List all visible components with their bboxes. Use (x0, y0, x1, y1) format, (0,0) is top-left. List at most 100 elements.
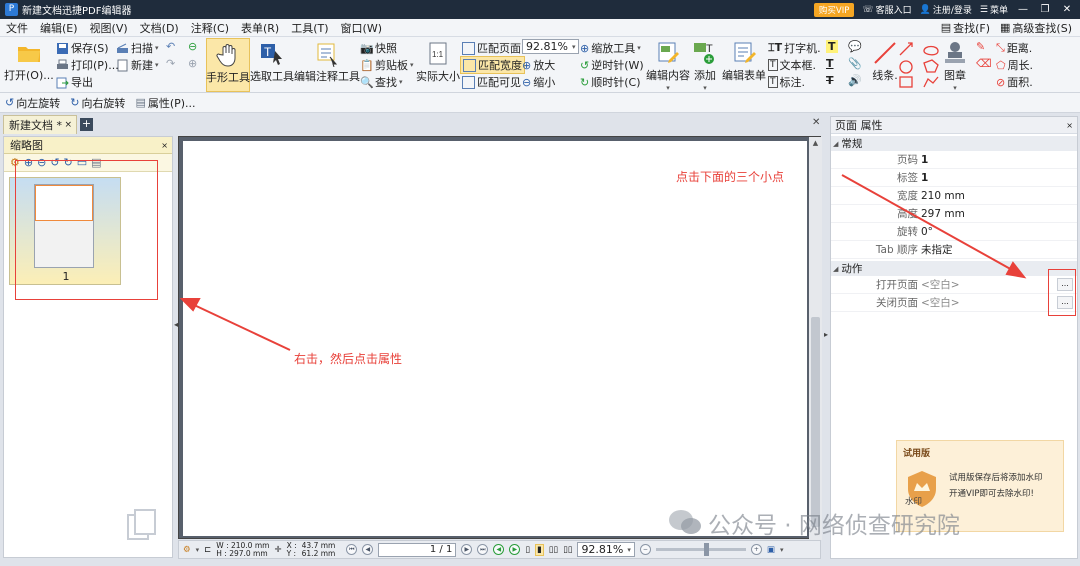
rotate-cw-button[interactable]: ↻ 顺时针(C) (580, 74, 640, 90)
page-properties-button[interactable]: ▤ 属性(P)... (135, 95, 195, 111)
close-window-button[interactable]: ✕ (1060, 4, 1074, 15)
new-button[interactable]: 新建 ▾ (116, 57, 159, 73)
fit-width-button[interactable]: 匹配宽度 (460, 56, 525, 74)
edit-form-button[interactable]: 编辑表单 (722, 40, 766, 83)
find-ribbon-button[interactable]: 🔍 查找 ▾ (360, 74, 403, 90)
export-button[interactable]: 导出 (56, 74, 93, 90)
highlight-pen-icon[interactable]: ✎ (976, 40, 985, 53)
last-page-icon[interactable]: ⏭ (477, 544, 489, 555)
go-back-icon[interactable]: ◀ (493, 544, 505, 555)
close-properties-icon[interactable]: × (1066, 121, 1073, 130)
continuous-facing-icon[interactable]: ▯▯ (563, 545, 572, 555)
status-zoom-in-icon[interactable]: + (750, 544, 762, 555)
save-icon (57, 42, 68, 54)
section-actions[interactable]: ◢ 动作 (831, 261, 1077, 276)
status-zoom-out-icon[interactable]: − (639, 544, 651, 555)
snapshot-button[interactable]: 📷 快照 (360, 40, 397, 56)
textbox-button[interactable]: T 文本框. (768, 57, 816, 73)
menu-form[interactable]: 表单(R) (235, 20, 285, 36)
menu-document[interactable]: 文档(D) (134, 20, 185, 36)
shape-tools-icon[interactable] (898, 41, 942, 89)
zoom-tool-button[interactable]: ⊕ 缩放工具 ▾ (580, 40, 641, 56)
pdf-page[interactable] (183, 141, 807, 536)
attach-file-icon[interactable]: 📎 (848, 57, 862, 70)
close-document-icon[interactable]: ✕ (812, 117, 820, 128)
section-general[interactable]: ◢ 常规 (831, 136, 1077, 151)
minimize-button[interactable]: — (1016, 4, 1030, 15)
sticky-note-icon[interactable]: 💬 (848, 40, 862, 53)
redo-icon[interactable]: ↷ (166, 57, 175, 70)
restore-button[interactable]: ❐ (1038, 4, 1052, 15)
close-tab-icon[interactable]: × (64, 120, 72, 130)
tab-new-document[interactable]: 新建文档 * × (3, 115, 77, 134)
eraser-icon[interactable]: ⌫ (976, 57, 992, 70)
menu-file[interactable]: 文件 (0, 20, 34, 36)
fit-screen-icon[interactable]: ▣ (767, 545, 775, 555)
right-splitter-handle[interactable]: ▸ (824, 330, 828, 339)
menu-edit[interactable]: 编辑(E) (34, 20, 84, 36)
underline-text-icon[interactable]: T (826, 57, 834, 70)
perimeter-button[interactable]: ⬠ 周长. (996, 57, 1033, 73)
strikeout-text-icon[interactable]: T (826, 74, 834, 87)
typewriter-button[interactable]: ⌶T 打字机. (768, 40, 821, 56)
advanced-find-button[interactable]: ▦ 高级查找(S) (1000, 20, 1072, 36)
go-forward-icon[interactable]: ▶ (509, 544, 521, 555)
single-page-icon[interactable]: ▯ (525, 545, 530, 555)
forward-icon[interactable]: ⊕ (188, 57, 197, 70)
first-page-icon[interactable]: ⏮ (346, 544, 358, 555)
distance-button[interactable]: ⤡ 距离. (996, 40, 1032, 56)
facing-page-icon[interactable]: ▯▯ (549, 545, 558, 555)
status-zoom-combobox[interactable]: 92.81% ▾ (577, 542, 635, 557)
annotation-box-thumbnail (15, 160, 158, 300)
undo-icon[interactable]: ↶ (166, 40, 175, 53)
vertical-scrollbar[interactable]: ▲ (809, 137, 822, 540)
buy-vip-button[interactable]: 购买VIP (813, 2, 855, 17)
clipboard-button[interactable]: 📋 剪贴板 ▾ (360, 57, 414, 73)
hand-tool-button[interactable]: 手形工具 (206, 38, 250, 92)
menu-comment[interactable]: 注释(C) (185, 20, 235, 36)
menu-tools[interactable]: 工具(T) (285, 20, 334, 36)
back-icon[interactable]: ⊖ (188, 40, 197, 53)
add-tab-button[interactable]: + (80, 118, 93, 131)
customer-service-button[interactable]: ☏ 客服入口 (862, 3, 911, 17)
edit-annotation-tool-button[interactable]: 编辑注释工具 (294, 41, 360, 84)
actual-size-button[interactable]: 1:1 实际大小 (416, 41, 460, 84)
zoom-in-button[interactable]: ⊕ 放大 (522, 57, 555, 73)
rotate-right-button[interactable]: ↻ 向右旋转 (70, 95, 125, 111)
settings-icon[interactable]: ⚙ (183, 545, 191, 555)
zoom-out-button[interactable]: ⊖ 缩小 (522, 74, 555, 90)
rotate-left-button[interactable]: ↺ 向左旋转 (5, 95, 60, 111)
edit-content-button[interactable]: 编辑内容 ▾ (646, 40, 690, 92)
scrollbar-thumb[interactable] (811, 317, 820, 527)
add-button[interactable]: T 添加 ▾ (692, 40, 718, 92)
fit-visible-button[interactable]: 匹配可见 (462, 74, 521, 90)
zoom-slider-knob[interactable] (703, 543, 709, 556)
open-button[interactable]: 打开(O)... (4, 40, 54, 83)
print-button[interactable]: 打印(P)... (56, 57, 119, 73)
area-button[interactable]: ⊘ 面积. (996, 74, 1033, 90)
close-panel-icon[interactable]: × (161, 141, 168, 150)
zoom-slider[interactable] (655, 543, 746, 556)
login-button[interactable]: 👤 注册/登录 (920, 3, 972, 17)
menu-view[interactable]: 视图(V) (84, 20, 134, 36)
page-number-input[interactable]: 1 / 1 (378, 542, 457, 557)
stamp-button[interactable]: 图章 ▾ (942, 40, 968, 92)
select-tool-button[interactable]: T 选取工具 (250, 41, 294, 84)
lines-button[interactable]: 线条. (872, 40, 898, 83)
menu-window[interactable]: 窗口(W) (335, 20, 388, 36)
scroll-up-icon[interactable]: ▲ (809, 137, 822, 149)
find-button[interactable]: ▤ 查找(F) (941, 20, 990, 36)
callout-button[interactable]: T 标注. (768, 74, 805, 90)
rotate-ccw-button[interactable]: ↺ 逆时针(W) (580, 57, 644, 73)
fit-page-button[interactable]: 匹配页面 (462, 40, 521, 56)
next-page-icon[interactable]: ▶ (461, 544, 473, 555)
zoom-combobox[interactable]: 92.81% ▾ (522, 39, 580, 54)
sound-icon[interactable]: 🔊 (848, 74, 862, 87)
continuous-page-icon[interactable]: ▮ (535, 543, 544, 556)
dropdown-arrow-icon: ▾ (155, 61, 159, 69)
highlight-text-icon[interactable]: T (826, 40, 838, 53)
save-button[interactable]: 保存(S) (56, 40, 109, 56)
menu-button[interactable]: ☰ 菜单 (980, 3, 1008, 17)
scan-button[interactable]: 扫描 ▾ (116, 40, 159, 56)
previous-page-icon[interactable]: ◀ (362, 544, 374, 555)
